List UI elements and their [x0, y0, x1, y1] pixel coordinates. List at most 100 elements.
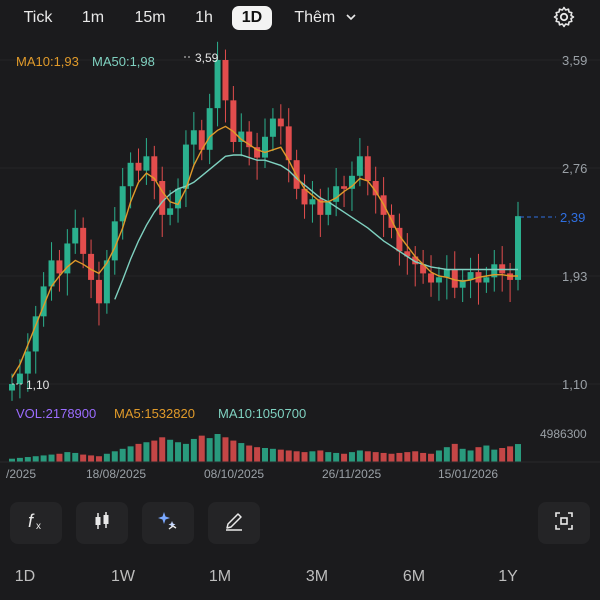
tab-1m[interactable]: 1m [72, 6, 114, 30]
candle-body [435, 277, 442, 283]
current-price-label: 2,39 [560, 210, 585, 225]
date-label-3: 26/11/2025 [322, 467, 381, 481]
draw-button[interactable] [208, 502, 260, 544]
chart-toolbar: fx [0, 500, 600, 548]
volume-bar [40, 455, 47, 462]
volume-bar [475, 447, 482, 462]
indicator-button[interactable]: fx [10, 502, 62, 544]
candle-body [72, 227, 79, 244]
candle-body [127, 162, 134, 187]
svg-text:x: x [36, 521, 41, 532]
svg-text:f: f [28, 511, 35, 531]
volume-bar [277, 449, 284, 462]
candle-body [80, 227, 87, 254]
volume-bar [356, 450, 363, 462]
volume-bar [143, 442, 150, 462]
tab-more[interactable]: Thêm [284, 6, 366, 30]
volume-bar [151, 440, 158, 462]
volume-bar [412, 451, 419, 462]
tab-1d[interactable]: 1D [232, 6, 272, 30]
chevron-down-icon [346, 6, 356, 30]
volume-bars [0, 434, 600, 463]
volume-bar [182, 443, 189, 462]
ma50-legend: MA50:1,98 [92, 54, 155, 69]
ai-analysis-button[interactable] [142, 502, 194, 544]
date-label-0: /2025 [6, 467, 36, 481]
candle-body [24, 351, 31, 374]
volume-bar [214, 434, 221, 462]
volume-bar [16, 457, 23, 462]
volume-bar [435, 450, 442, 462]
volume-bar [159, 437, 166, 462]
volume-bar [285, 450, 292, 462]
volume-bar [293, 451, 300, 462]
volume-bar [127, 446, 134, 462]
function-icon: fx [25, 510, 47, 537]
candle-body [159, 181, 166, 215]
grid [0, 59, 600, 385]
volume-bar [404, 452, 411, 462]
range-1w[interactable]: 1W [98, 568, 148, 586]
volume-bar [428, 453, 435, 462]
candle-body [309, 199, 316, 205]
candle-body [364, 156, 371, 182]
tab-1h[interactable]: 1h [186, 6, 222, 30]
volume-bar [372, 452, 379, 462]
candle-body [356, 156, 363, 176]
tab-tick[interactable]: Tick [10, 6, 66, 30]
volume-bar [80, 454, 87, 462]
candle-body [175, 188, 182, 209]
price-chart[interactable]: 3,59 2,76 1,93 1,10 MA10:1,93 MA50:1,98 3,5… [0, 34, 600, 490]
pencil-icon [223, 510, 245, 537]
volume-bar [103, 453, 110, 462]
volume-bar [388, 453, 395, 462]
volume-bar [95, 456, 102, 462]
candle-body [515, 216, 521, 280]
candle-body [16, 373, 23, 384]
chart-svg: 3,59 2,76 1,93 1,10 MA10:1,93 MA50:1,98 3,5… [0, 41, 600, 481]
price-tick-label: 3,59 [562, 53, 587, 68]
volume-bar [206, 438, 213, 462]
volume-bar [301, 452, 308, 462]
timeframe-bar: Tick 1m 15m 1h 1D Thêm [0, 0, 600, 34]
range-1y[interactable]: 1Y [483, 568, 533, 586]
volume-bar [333, 452, 340, 462]
volume-bar [238, 443, 245, 462]
volume-bar [48, 454, 55, 462]
price-tick-label: 1,93 [562, 269, 587, 284]
candle-body [285, 126, 292, 161]
volume-bar [380, 452, 387, 462]
high-marker: 3,59 [195, 51, 219, 65]
chart-type-button[interactable] [76, 502, 128, 544]
volume-bar [72, 452, 79, 462]
range-6m[interactable]: 6M [389, 568, 439, 586]
tab-15m[interactable]: 15m [122, 6, 178, 30]
candle-body [269, 118, 276, 137]
candle-body [56, 260, 63, 274]
fullscreen-button[interactable] [538, 502, 590, 544]
volume-bar [167, 439, 174, 462]
volume-bar [175, 442, 182, 462]
volume-bar [515, 444, 521, 462]
volume-bar [341, 453, 348, 462]
volume-bar [190, 438, 197, 462]
volume-bar [364, 451, 371, 462]
candle-body [9, 384, 15, 391]
range-3m[interactable]: 3M [292, 568, 342, 586]
more-label: Thêm [294, 9, 336, 26]
candle-body [483, 277, 490, 283]
range-1d[interactable]: 1D [0, 568, 50, 586]
range-selector: 1D 1W 1M 3M 6M 1Y [0, 560, 600, 596]
candle-body [95, 279, 102, 304]
volume-bar [396, 452, 403, 462]
date-label-1: 18/08/2025 [86, 467, 146, 481]
candle-body [341, 186, 348, 189]
volume-bar [348, 452, 355, 462]
volume-bar [230, 440, 237, 462]
volume-bar [56, 453, 63, 462]
volume-bar [135, 443, 142, 462]
gear-icon[interactable] [552, 5, 576, 29]
candlestick-icon [91, 510, 113, 537]
range-1m[interactable]: 1M [195, 568, 245, 586]
low-marker: 1,10 [26, 378, 50, 392]
